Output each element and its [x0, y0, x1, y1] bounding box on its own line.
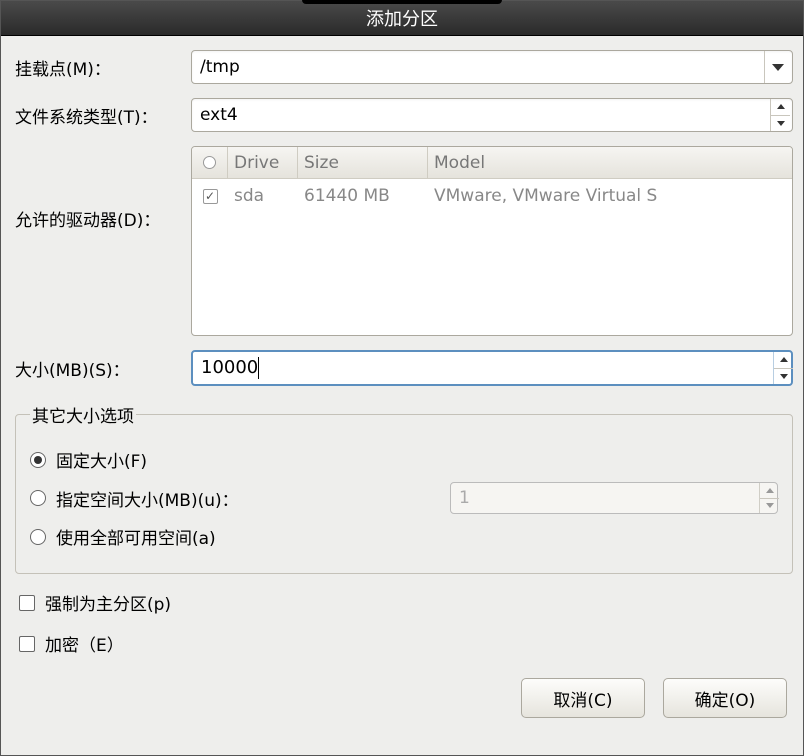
- triangle-up-icon: [777, 104, 785, 109]
- specify-up-button[interactable]: [760, 483, 779, 499]
- size-input[interactable]: 10000: [201, 357, 773, 379]
- add-partition-dialog: 添加分区 挂载点(M)： /tmp 文件系统类型(T)： ext4: [0, 0, 804, 756]
- radio-all-label: 使用全部可用空间(a): [56, 524, 216, 549]
- size-spin-buttons[interactable]: [773, 352, 793, 384]
- drive-row-model: VMware, VMware Virtual S: [428, 179, 792, 213]
- checkbox-encrypt-row[interactable]: 加密（E）: [19, 631, 793, 656]
- drives-header: Drive Size Model: [192, 147, 792, 179]
- fs-type-label: 文件系统类型(T)：: [15, 103, 191, 128]
- triangle-down-icon: [777, 121, 785, 126]
- triangle-up-icon: [766, 488, 774, 493]
- fs-type-combo[interactable]: ext4: [191, 98, 793, 132]
- header-model[interactable]: Model: [428, 147, 792, 178]
- header-select-all-icon: [203, 156, 216, 169]
- titlebar: 添加分区: [1, 1, 803, 36]
- mount-point-dropdown-button[interactable]: [764, 51, 790, 83]
- radio-specify[interactable]: [30, 490, 46, 506]
- triangle-down-icon: [780, 374, 788, 379]
- fs-type-spin-buttons[interactable]: [770, 99, 790, 131]
- radio-specify-row[interactable]: 指定空间大小(MB)(u)： 1: [30, 482, 778, 514]
- drive-row-checkbox[interactable]: ✓: [203, 189, 218, 204]
- text-caret: [258, 357, 259, 379]
- fs-type-up-button[interactable]: [771, 99, 790, 116]
- specify-down-button[interactable]: [760, 499, 779, 514]
- mount-point-value: /tmp: [200, 57, 764, 77]
- checkbox-encrypt[interactable]: [19, 636, 35, 652]
- row-fs-type: 文件系统类型(T)： ext4: [15, 98, 793, 132]
- radio-all[interactable]: [30, 529, 46, 545]
- size-options-group: 其它大小选项 固定大小(F) 指定空间大小(MB)(u)： 1: [15, 402, 793, 574]
- row-size: 大小(MB)(S)： 10000: [15, 350, 793, 386]
- mount-point-combo[interactable]: /tmp: [191, 50, 793, 84]
- radio-selected-icon: [34, 456, 42, 464]
- size-up-button[interactable]: [774, 352, 793, 369]
- dialog-buttons: 取消(C) 确定(O): [15, 678, 793, 718]
- drives-label: 允许的驱动器(D)：: [15, 146, 191, 231]
- ok-button[interactable]: 确定(O): [663, 678, 787, 718]
- drives-table[interactable]: Drive Size Model ✓ sda 61440 MB VMware, …: [191, 146, 793, 336]
- size-options-legend: 其它大小选项: [30, 402, 136, 427]
- specify-size-value: 1: [459, 488, 759, 508]
- triangle-up-icon: [780, 357, 788, 362]
- header-size[interactable]: Size: [298, 147, 428, 178]
- check-icon: ✓: [205, 190, 215, 202]
- size-down-button[interactable]: [774, 369, 793, 385]
- checkbox-encrypt-label: 加密（E）: [45, 631, 124, 656]
- chevron-down-icon: [772, 64, 784, 71]
- drive-row-drive: sda: [228, 179, 298, 213]
- checkbox-primary-label: 强制为主分区(p): [45, 590, 171, 615]
- mount-point-label: 挂载点(M)：: [15, 55, 191, 80]
- size-label: 大小(MB)(S)：: [15, 356, 191, 381]
- dialog-content: 挂载点(M)： /tmp 文件系统类型(T)： ext4: [1, 36, 803, 755]
- cancel-button[interactable]: 取消(C): [521, 678, 645, 718]
- titlebar-handle: [302, 0, 502, 4]
- specify-size-spinbox[interactable]: 1: [450, 482, 778, 514]
- radio-fixed-label: 固定大小(F): [56, 447, 147, 472]
- dialog-title: 添加分区: [366, 9, 438, 30]
- checkbox-primary-row[interactable]: 强制为主分区(p): [19, 590, 793, 615]
- fs-type-value: ext4: [200, 105, 770, 125]
- fs-type-down-button[interactable]: [771, 116, 790, 132]
- drive-row-checkbox-cell[interactable]: ✓: [192, 179, 228, 213]
- triangle-down-icon: [766, 503, 774, 508]
- checkbox-primary[interactable]: [19, 595, 35, 611]
- drive-row[interactable]: ✓ sda 61440 MB VMware, VMware Virtual S: [192, 179, 792, 213]
- row-drives: 允许的驱动器(D)： Drive Size Model ✓ sda 6144: [15, 146, 793, 336]
- radio-specify-label: 指定空间大小(MB)(u)：: [56, 486, 239, 511]
- size-spinbox[interactable]: 10000: [191, 350, 793, 386]
- drive-row-size: 61440 MB: [298, 179, 428, 213]
- specify-size-spin-buttons[interactable]: [759, 483, 779, 513]
- header-checkbox-col[interactable]: [192, 147, 228, 178]
- row-mount-point: 挂载点(M)： /tmp: [15, 50, 793, 84]
- radio-all-row[interactable]: 使用全部可用空间(a): [30, 524, 778, 549]
- radio-fixed[interactable]: [30, 452, 46, 468]
- radio-fixed-row[interactable]: 固定大小(F): [30, 447, 778, 472]
- header-drive[interactable]: Drive: [228, 147, 298, 178]
